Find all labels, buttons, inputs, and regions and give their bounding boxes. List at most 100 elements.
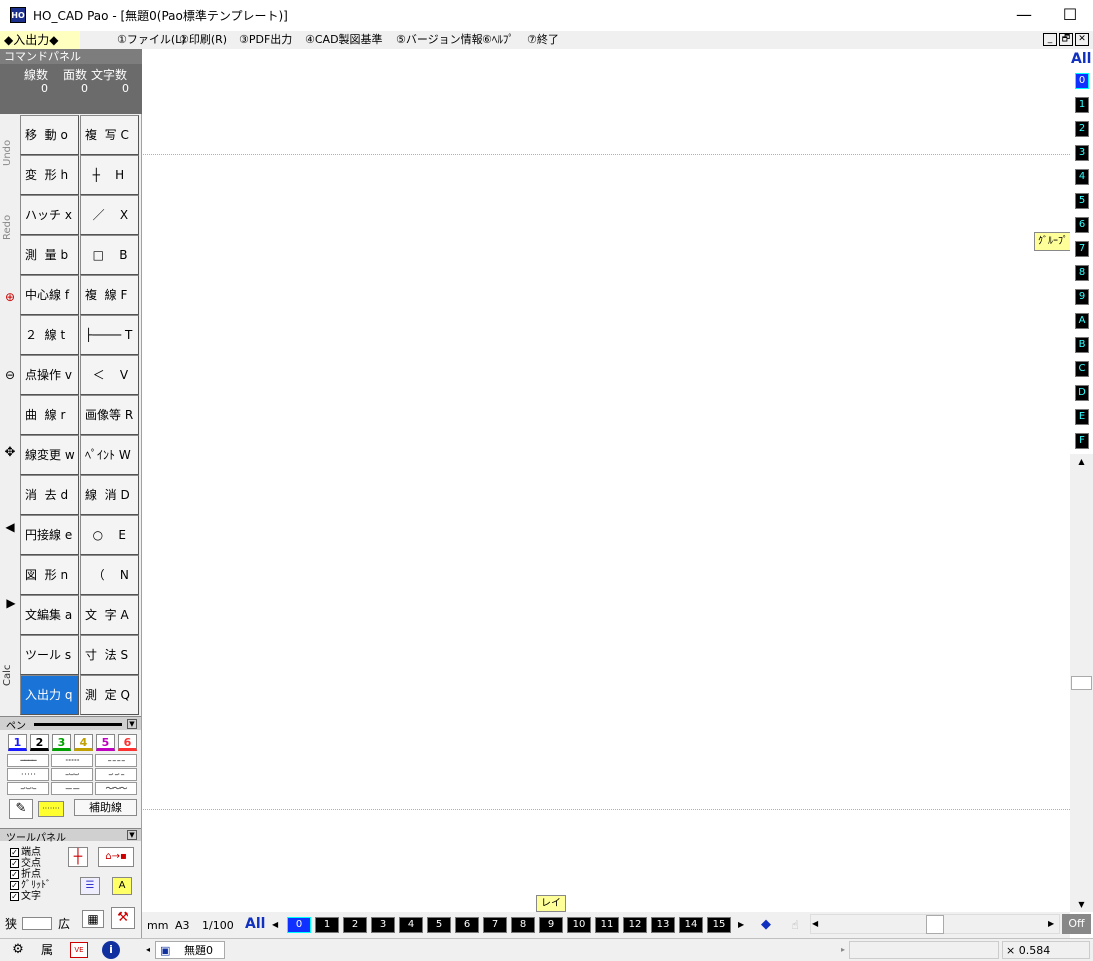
pen-button-5[interactable]: 5 xyxy=(96,734,115,751)
bottom-layer-button-7[interactable]: 7 xyxy=(483,917,507,933)
command-button-10-1[interactable]: ○ E xyxy=(80,515,139,555)
menu-cad-standard[interactable]: ④CAD製図基準 xyxy=(305,31,383,49)
snap-check-1[interactable]: ✓ 交点 xyxy=(10,859,41,869)
layer-button-3[interactable]: 3 xyxy=(1075,145,1089,161)
command-button-6-0[interactable]: 点操作 v xyxy=(20,355,79,395)
layer-button-1[interactable]: 1 xyxy=(1075,97,1089,113)
maximize-button[interactable]: ☐ xyxy=(1047,0,1093,30)
command-button-1-1[interactable]: ┼ H xyxy=(80,155,139,195)
pan-icon[interactable]: ✥ xyxy=(3,446,17,460)
redo-tab[interactable]: Redo xyxy=(2,192,19,262)
layer-button-A[interactable]: A xyxy=(1075,313,1089,329)
bottom-layer-button-1[interactable]: 1 xyxy=(315,917,339,933)
command-button-12-1[interactable]: 文 字 A xyxy=(80,595,139,635)
command-button-4-1[interactable]: 複 線 F xyxy=(80,275,139,315)
settings-icon[interactable]: ⚙ xyxy=(8,941,28,959)
off-button[interactable]: Off xyxy=(1062,914,1091,934)
text-box-icon[interactable]: A xyxy=(112,877,132,895)
line-type-button-3[interactable]: · · · · · xyxy=(7,768,49,781)
command-button-11-0[interactable]: 図 形 n xyxy=(20,555,79,595)
line-type-button-1[interactable]: ········· xyxy=(51,754,93,767)
command-button-0-1[interactable]: 複 写 C xyxy=(80,115,139,155)
bottom-layer-button-2[interactable]: 2 xyxy=(343,917,367,933)
hand-icon[interactable]: ☝ xyxy=(786,916,804,934)
vertical-scroll-thumb[interactable] xyxy=(1071,676,1092,690)
line-type-button-4[interactable]: –·–·–· xyxy=(51,768,93,781)
pen-dropdown-icon[interactable]: ▼ xyxy=(127,719,137,729)
command-button-5-0[interactable]: ２ 線 t xyxy=(20,315,79,355)
menu-version[interactable]: ⑤バージョン情報 xyxy=(396,31,483,49)
scroll-up-icon[interactable]: ▲ xyxy=(1073,455,1090,468)
pen-button-4[interactable]: 4 xyxy=(74,734,93,751)
command-button-14-0[interactable]: 入出力 q xyxy=(20,675,79,715)
command-button-0-0[interactable]: 移 動 o xyxy=(20,115,79,155)
checkbox-icon[interactable]: ✓ xyxy=(10,859,19,868)
drawing-canvas[interactable] xyxy=(143,49,1070,912)
crosshair-icon[interactable]: ┼ xyxy=(68,847,88,867)
arrow-right-icon[interactable]: ▶ xyxy=(5,596,17,610)
command-button-8-1[interactable]: ﾍﾟｲﾝﾄ W xyxy=(80,435,139,475)
aux-line-button[interactable]: 補助線 xyxy=(74,799,137,816)
command-button-5-1[interactable]: ├──── T xyxy=(80,315,139,355)
list-icon[interactable]: ☰ xyxy=(80,877,100,895)
layer-button-E[interactable]: E xyxy=(1075,409,1089,425)
mdi-close-button[interactable]: ✕ xyxy=(1075,33,1089,46)
layer-button-C[interactable]: C xyxy=(1075,361,1089,377)
command-button-8-0[interactable]: 線変更 w xyxy=(20,435,79,475)
layer-button-D[interactable]: D xyxy=(1075,385,1089,401)
pen-button-3[interactable]: 3 xyxy=(52,734,71,751)
undo-tab[interactable]: Undo xyxy=(2,118,19,188)
layer-button-7[interactable]: 7 xyxy=(1075,241,1089,257)
mdi-restore-button[interactable]: 🗗 xyxy=(1059,33,1073,46)
calculator-icon[interactable]: ▦ xyxy=(82,910,104,928)
bottom-layer-button-15[interactable]: 15 xyxy=(707,917,731,933)
command-button-3-0[interactable]: 測 量 b xyxy=(20,235,79,275)
menu-help[interactable]: ⑥ﾍﾙﾌﾟ xyxy=(482,31,514,49)
pen-button-2[interactable]: 2 xyxy=(30,734,49,751)
command-button-6-1[interactable]: ＜ V xyxy=(80,355,139,395)
checkbox-icon[interactable]: ✓ xyxy=(10,881,19,890)
line-type-button-7[interactable]: –– –– xyxy=(51,782,93,795)
line-type-button-0[interactable]: ──── xyxy=(7,754,49,767)
command-button-9-1[interactable]: 線 消 D xyxy=(80,475,139,515)
command-button-12-0[interactable]: 文編集 a xyxy=(20,595,79,635)
zoom-in-icon[interactable]: ⊕ xyxy=(3,290,17,304)
highlight-line-icon[interactable]: ······· xyxy=(38,801,64,817)
layer-button-2[interactable]: 2 xyxy=(1075,121,1089,137)
snap-check-4[interactable]: ✓ 文字 xyxy=(10,892,41,902)
tool-dropdown-icon[interactable]: ▼ xyxy=(127,830,137,840)
bottom-layer-button-8[interactable]: 8 xyxy=(511,917,535,933)
pen-button-6[interactable]: 6 xyxy=(118,734,137,751)
bottom-all-button[interactable]: All xyxy=(245,916,265,932)
menu-pdf[interactable]: ③PDF出力 xyxy=(239,31,292,49)
narrow-wide-slider[interactable] xyxy=(22,917,52,930)
layer-button-8[interactable]: 8 xyxy=(1075,265,1089,281)
snap-check-0[interactable]: ✓ 端点 xyxy=(10,848,41,858)
bottom-layer-button-9[interactable]: 9 xyxy=(539,917,563,933)
tab-scroll-icon[interactable]: ◂ xyxy=(146,941,150,959)
snap-check-2[interactable]: ✓ 折点 xyxy=(10,870,41,880)
ve-icon[interactable]: VE xyxy=(70,942,88,958)
line-type-button-2[interactable]: – – – – xyxy=(95,754,137,767)
command-button-7-0[interactable]: 曲 線 r xyxy=(20,395,79,435)
line-type-button-5[interactable]: –· –· – xyxy=(95,768,137,781)
layer-button-9[interactable]: 9 xyxy=(1075,289,1089,305)
command-button-10-0[interactable]: 円接線 e xyxy=(20,515,79,555)
zoom-out-icon[interactable]: ⊖ xyxy=(3,368,17,382)
command-button-9-0[interactable]: 消 去 d xyxy=(20,475,79,515)
tools-icon[interactable]: ⚒ xyxy=(111,907,135,929)
command-button-4-0[interactable]: 中心線 f xyxy=(20,275,79,315)
command-button-2-0[interactable]: ハッチ x xyxy=(20,195,79,235)
layer-scroll-left-icon[interactable]: ◀ xyxy=(272,917,282,933)
command-button-14-1[interactable]: 測 定 Q xyxy=(80,675,139,715)
bottom-layer-button-13[interactable]: 13 xyxy=(651,917,675,933)
checkbox-icon[interactable]: ✓ xyxy=(10,848,19,857)
layer-button-4[interactable]: 4 xyxy=(1075,169,1089,185)
command-button-13-0[interactable]: ツール s xyxy=(20,635,79,675)
bottom-layer-button-10[interactable]: 10 xyxy=(567,917,591,933)
command-button-11-1[interactable]: （ N xyxy=(80,555,139,595)
layer-button-0[interactable]: 0 xyxy=(1075,73,1089,89)
snap-check-3[interactable]: ✓ ｸﾞﾘｯﾄﾞ xyxy=(10,881,51,891)
layer-button-5[interactable]: 5 xyxy=(1075,193,1089,209)
horizontal-scroll-thumb[interactable] xyxy=(926,915,944,934)
